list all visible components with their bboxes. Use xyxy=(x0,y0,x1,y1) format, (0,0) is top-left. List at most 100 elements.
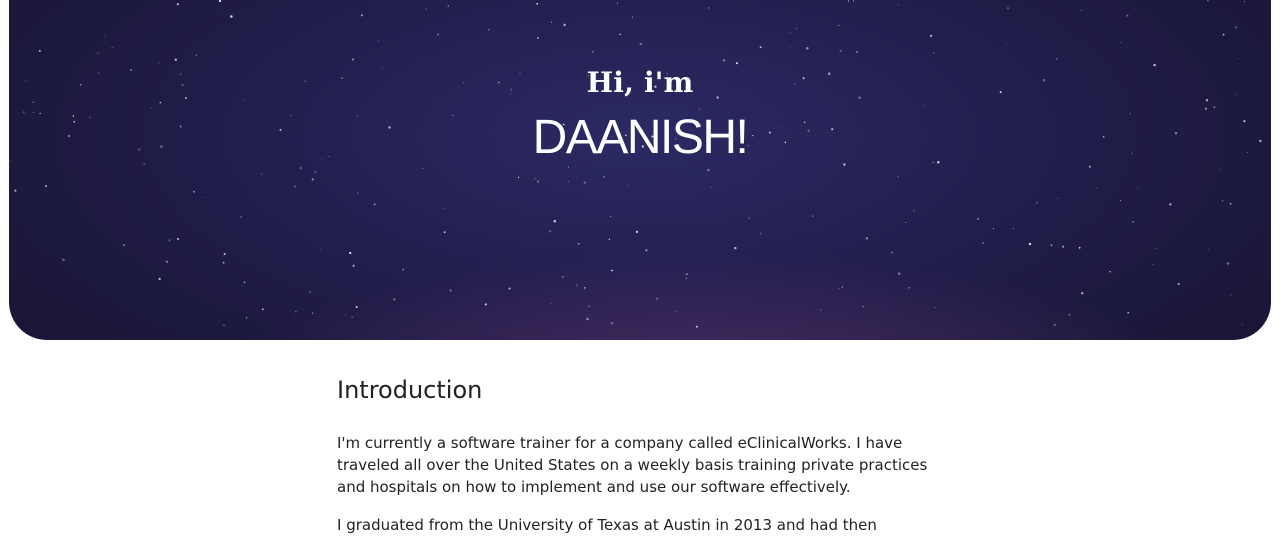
star-dot xyxy=(1120,42,1122,44)
star-dot xyxy=(795,27,798,30)
star-dot xyxy=(759,232,762,235)
star-dot xyxy=(923,105,925,107)
star-dot xyxy=(933,52,935,54)
star-dot xyxy=(748,217,750,219)
star-dot xyxy=(576,284,578,286)
star-dot xyxy=(567,166,569,168)
star-dot xyxy=(592,50,594,53)
star-dot xyxy=(345,315,347,317)
star-dot xyxy=(790,46,792,48)
star-dot xyxy=(436,33,440,36)
star-dot xyxy=(165,260,169,264)
star-dot xyxy=(929,34,933,37)
star-dot xyxy=(1081,292,1084,295)
star-dot xyxy=(852,0,855,2)
star-dot xyxy=(261,308,264,311)
star-dot xyxy=(610,321,614,325)
star-dot xyxy=(536,2,539,5)
star-dot xyxy=(150,107,152,109)
star-dot xyxy=(355,306,358,308)
star-dot xyxy=(759,46,762,49)
star-dot xyxy=(551,21,553,23)
star-dot xyxy=(159,101,162,104)
hero-greeting: Hi, i'm xyxy=(586,66,694,99)
star-dot xyxy=(38,49,41,53)
star-dot xyxy=(1126,14,1129,17)
star-dot xyxy=(122,244,125,247)
intro-paragraph-1: I'm currently a software trainer for a c… xyxy=(337,434,928,496)
star-dot xyxy=(517,176,520,179)
star-dot xyxy=(168,239,171,242)
star-dot xyxy=(865,237,869,240)
hero-name: DAANISH! xyxy=(532,111,749,164)
star-dot xyxy=(982,241,985,245)
star-dot xyxy=(908,287,910,289)
star-dot xyxy=(1036,201,1038,204)
star-dot xyxy=(553,220,557,223)
star-dot xyxy=(631,16,634,18)
star-dot xyxy=(839,49,842,52)
star-dot xyxy=(177,237,180,240)
star-dot xyxy=(1177,282,1180,285)
star-dot xyxy=(32,101,35,104)
star-dot xyxy=(1078,246,1081,249)
star-dot xyxy=(608,238,610,240)
star-dot xyxy=(158,277,161,281)
star-dot xyxy=(561,275,564,278)
star-dot xyxy=(735,62,738,65)
star-dot xyxy=(449,289,452,292)
star-dot xyxy=(897,4,899,6)
star-dot xyxy=(710,186,712,188)
star-dot xyxy=(619,33,622,36)
star-dot xyxy=(588,305,591,308)
star-dot xyxy=(222,261,225,264)
star-dot xyxy=(243,281,246,284)
star-dot xyxy=(583,181,587,184)
star-dot xyxy=(193,190,195,193)
star-dot xyxy=(311,178,314,181)
star-dot xyxy=(14,189,17,192)
star-dot xyxy=(790,32,792,34)
star-dot xyxy=(174,58,177,61)
star-dot xyxy=(1222,33,1225,36)
star-dot xyxy=(425,8,427,10)
star-dot xyxy=(487,28,490,31)
star-dot xyxy=(578,243,580,245)
star-dot xyxy=(611,269,614,272)
star-dot xyxy=(897,272,901,275)
star-dot xyxy=(583,286,586,289)
star-dot xyxy=(260,173,263,175)
star-dot xyxy=(295,311,297,313)
star-dot xyxy=(357,192,359,194)
star-dot xyxy=(422,167,424,169)
star-dot xyxy=(837,24,840,27)
star-dot xyxy=(360,14,363,17)
star-dot xyxy=(934,307,936,308)
star-dot xyxy=(105,290,107,292)
star-dot xyxy=(534,178,536,180)
star-dot xyxy=(847,0,850,2)
star-dot xyxy=(820,309,822,311)
star-dot xyxy=(447,5,449,7)
star-dot xyxy=(352,264,355,267)
star-dot xyxy=(1088,165,1092,168)
star-dot xyxy=(1006,44,1008,46)
star-dot xyxy=(1132,221,1134,223)
star-dot xyxy=(1127,312,1129,314)
star-dot xyxy=(834,2,836,3)
star-dot xyxy=(1230,294,1232,296)
star-dot xyxy=(897,176,899,178)
star-dot xyxy=(1053,323,1056,326)
star-dot xyxy=(838,287,840,289)
star-dot xyxy=(1096,187,1098,189)
star-dot xyxy=(1068,314,1071,316)
star-dot xyxy=(240,216,242,218)
star-dot xyxy=(508,287,511,290)
star-dot xyxy=(890,251,893,254)
star-dot xyxy=(195,54,198,56)
star-dot xyxy=(351,58,355,61)
star-dot xyxy=(536,36,539,39)
star-dot xyxy=(645,249,648,252)
star-dot xyxy=(62,258,65,262)
star-dot xyxy=(635,230,639,234)
